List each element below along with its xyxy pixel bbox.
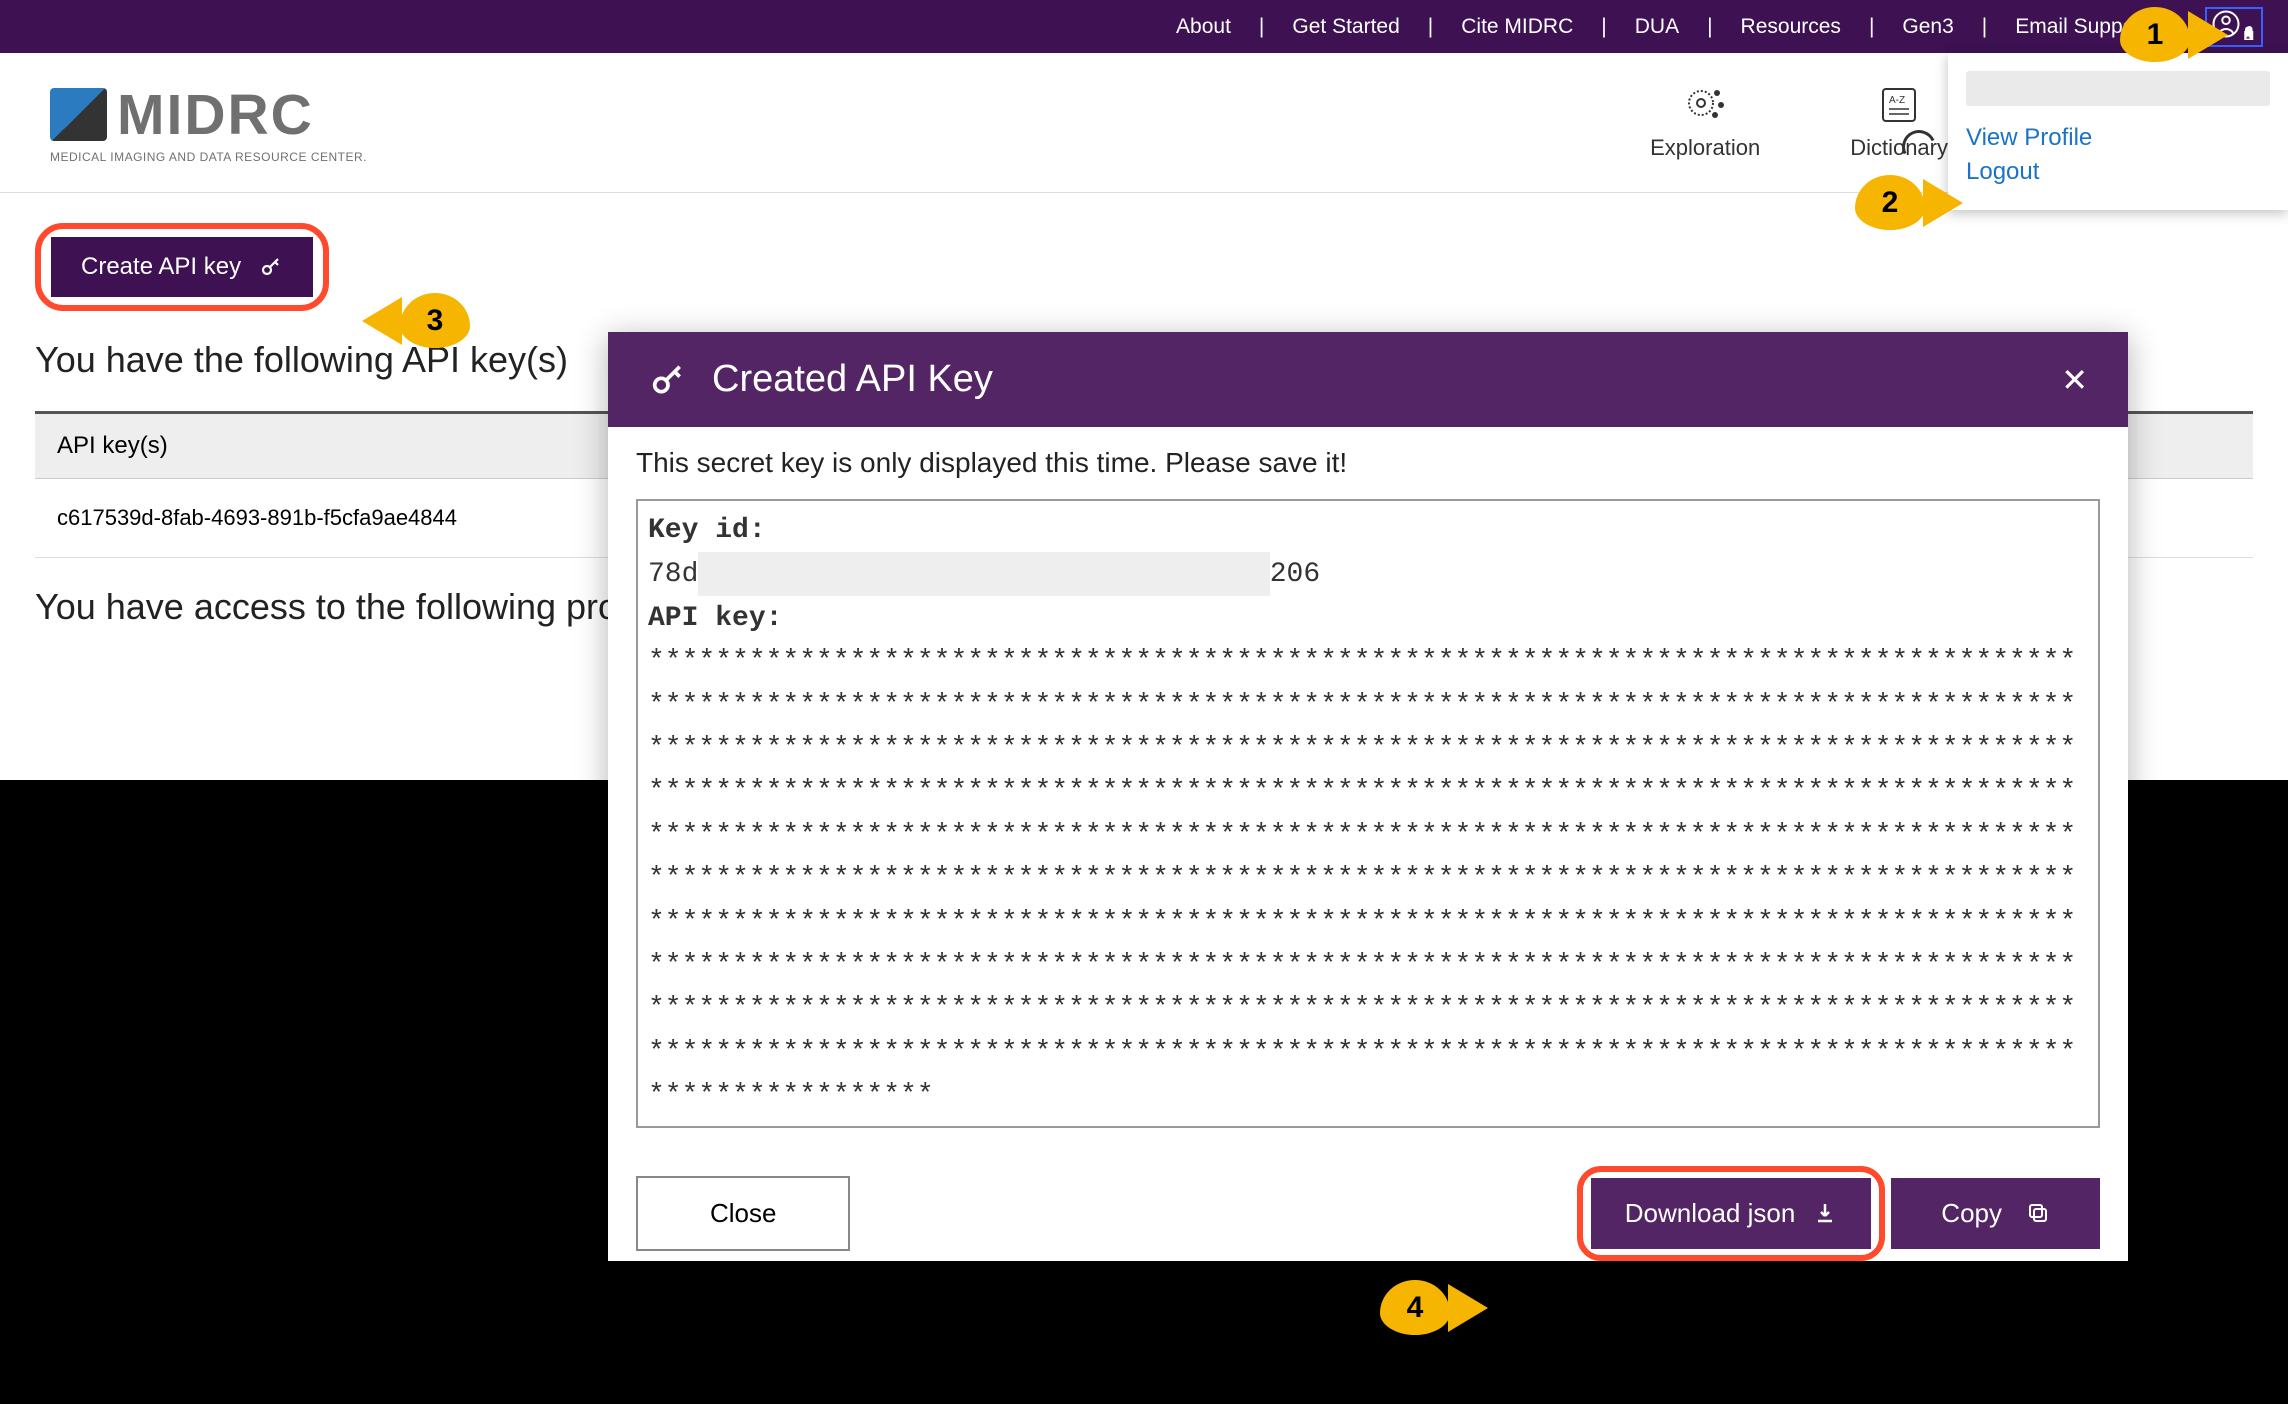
- modal-actions: Close Download json Copy: [608, 1128, 2128, 1261]
- svg-text:A-Z: A-Z: [1889, 95, 1905, 106]
- api-key-textbox[interactable]: Key id: 78dxxxxxxxxxxxxxxxxxxxxxxxxxxxxx…: [636, 499, 2100, 1128]
- dictionary-icon: A-Z: [1875, 85, 1923, 125]
- create-api-key-button[interactable]: Create API key: [51, 237, 313, 297]
- created-api-key-modal: Created API Key ✕ This secret key is onl…: [608, 332, 2128, 1261]
- tab-exploration[interactable]: Exploration: [1650, 85, 1760, 161]
- api-key-label: API key:: [648, 603, 782, 634]
- modal-message: This secret key is only displayed this t…: [636, 447, 2100, 479]
- exploration-icon: [1681, 85, 1729, 125]
- download-json-highlight: Download json: [1577, 1166, 1886, 1261]
- nav-dua[interactable]: DUA: [1607, 15, 1707, 39]
- nav-gen3[interactable]: Gen3: [1874, 15, 1981, 39]
- download-icon: [1813, 1201, 1837, 1225]
- user-dropdown: View Profile Logout: [1948, 53, 2288, 210]
- logo-text: MIDRC: [117, 82, 314, 148]
- dropdown-logout[interactable]: Logout: [1966, 158, 2270, 186]
- key-id-prefix: 78d: [648, 559, 698, 590]
- logo-icon: [50, 88, 107, 141]
- modal-title: Created API Key: [712, 358, 993, 401]
- header-bar: MIDRC MEDICAL IMAGING AND DATA RESOURCE …: [0, 53, 2288, 193]
- tab-label: Exploration: [1650, 135, 1760, 161]
- button-label: Create API key: [81, 253, 241, 281]
- key-id-label: Key id:: [648, 515, 766, 546]
- button-label: Download json: [1625, 1198, 1796, 1229]
- key-id-redacted: xxxxxxxxxxxxxxxxxxxxxxxxxxxxxxxxxx: [698, 552, 1269, 595]
- download-json-button[interactable]: Download json: [1591, 1178, 1872, 1249]
- dropdown-view-profile[interactable]: View Profile: [1966, 124, 2270, 152]
- modal-header: Created API Key ✕: [608, 332, 2128, 427]
- close-icon[interactable]: ✕: [2061, 361, 2088, 399]
- copy-button[interactable]: Copy: [1891, 1178, 2100, 1249]
- key-icon: [648, 360, 688, 400]
- copy-icon: [2026, 1201, 2050, 1225]
- logo-subtitle: MEDICAL IMAGING AND DATA RESOURCE CENTER…: [50, 150, 367, 164]
- logo[interactable]: MIDRC MEDICAL IMAGING AND DATA RESOURCE …: [50, 82, 367, 164]
- button-label: Copy: [1941, 1198, 2002, 1229]
- close-button[interactable]: Close: [636, 1176, 850, 1251]
- dropdown-username-row: [1966, 71, 2270, 106]
- create-api-key-highlight: Create API key: [35, 223, 329, 311]
- nav-get-started[interactable]: Get Started: [1264, 15, 1427, 39]
- nav-cite[interactable]: Cite MIDRC: [1433, 15, 1601, 39]
- nav-resources[interactable]: Resources: [1713, 15, 1869, 39]
- key-id-suffix: 206: [1270, 559, 1320, 590]
- modal-body: This secret key is only displayed this t…: [608, 427, 2128, 1128]
- key-icon: [259, 255, 283, 279]
- api-key-masked: ****************************************…: [648, 646, 2076, 1111]
- nav-about[interactable]: About: [1148, 15, 1259, 39]
- top-nav: About| Get Started| Cite MIDRC| DUA| Res…: [0, 0, 2288, 53]
